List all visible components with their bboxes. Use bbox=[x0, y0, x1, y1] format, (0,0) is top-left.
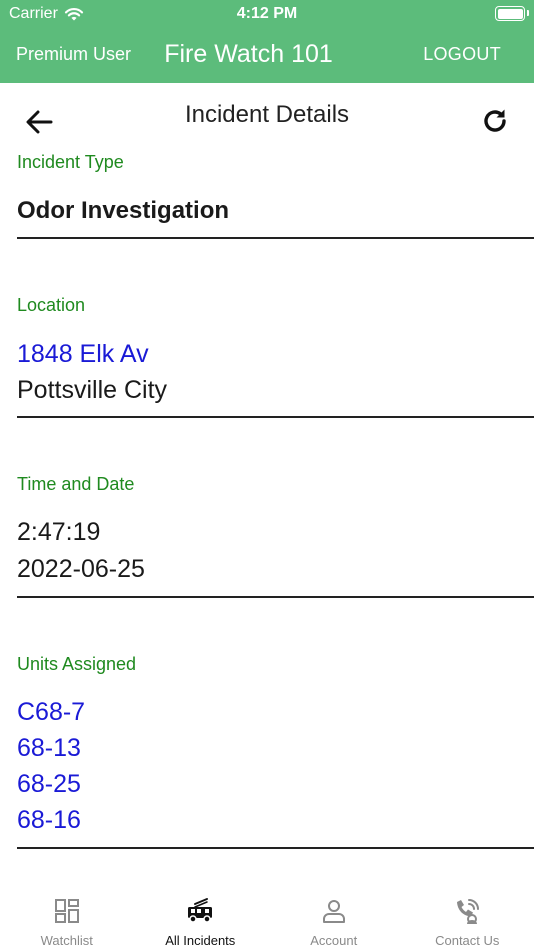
tab-bar: Watchlist All Incidents Account Contact … bbox=[0, 883, 534, 950]
incident-date: 2022-06-25 bbox=[17, 555, 145, 583]
units-assigned-label: Units Assigned bbox=[17, 654, 137, 674]
tab-label: Watchlist bbox=[40, 933, 93, 948]
unit-link[interactable]: 68-13 bbox=[17, 734, 81, 763]
unit-link[interactable]: 68-25 bbox=[17, 770, 81, 799]
divider bbox=[17, 596, 534, 598]
location-city: Pottsville City bbox=[17, 376, 168, 404]
status-time: 4:12 PM bbox=[236, 5, 298, 22]
tab-all-incidents[interactable]: All Incidents bbox=[134, 883, 268, 950]
unit-link[interactable]: C68-7 bbox=[17, 698, 85, 727]
grid-icon bbox=[54, 899, 79, 923]
unit-link[interactable]: 68-16 bbox=[17, 806, 81, 835]
battery-icon bbox=[495, 6, 525, 21]
header-bar: Carrier 4:12 PM Premium User Fire Watch … bbox=[0, 0, 534, 83]
tab-label: Account bbox=[310, 933, 358, 948]
location-address-link[interactable]: 1848 Elk Av bbox=[17, 340, 149, 369]
tab-contact-us[interactable]: Contact Us bbox=[401, 883, 534, 950]
fire-truck-icon bbox=[188, 898, 213, 923]
tab-account[interactable]: Account bbox=[267, 883, 401, 950]
logout-button[interactable]: LOGOUT bbox=[423, 44, 501, 65]
location-label: Location bbox=[17, 295, 86, 315]
refresh-button[interactable] bbox=[480, 106, 510, 136]
divider bbox=[17, 416, 534, 418]
divider bbox=[17, 237, 534, 239]
person-icon bbox=[322, 900, 345, 923]
divider bbox=[17, 847, 534, 849]
tab-watchlist[interactable]: Watchlist bbox=[0, 883, 134, 950]
tab-label: All Incidents bbox=[165, 933, 236, 948]
incident-type-label: Incident Type bbox=[17, 152, 124, 172]
time-date-label: Time and Date bbox=[17, 474, 135, 494]
contact-icon bbox=[457, 899, 480, 924]
incident-type-value: Odor Investigation bbox=[17, 197, 230, 224]
battery-cap bbox=[527, 10, 529, 16]
tab-label: Contact Us bbox=[435, 933, 500, 948]
page-title: Incident Details bbox=[184, 101, 350, 128]
incident-time: 2:47:19 bbox=[17, 518, 101, 546]
refresh-icon bbox=[484, 109, 506, 132]
